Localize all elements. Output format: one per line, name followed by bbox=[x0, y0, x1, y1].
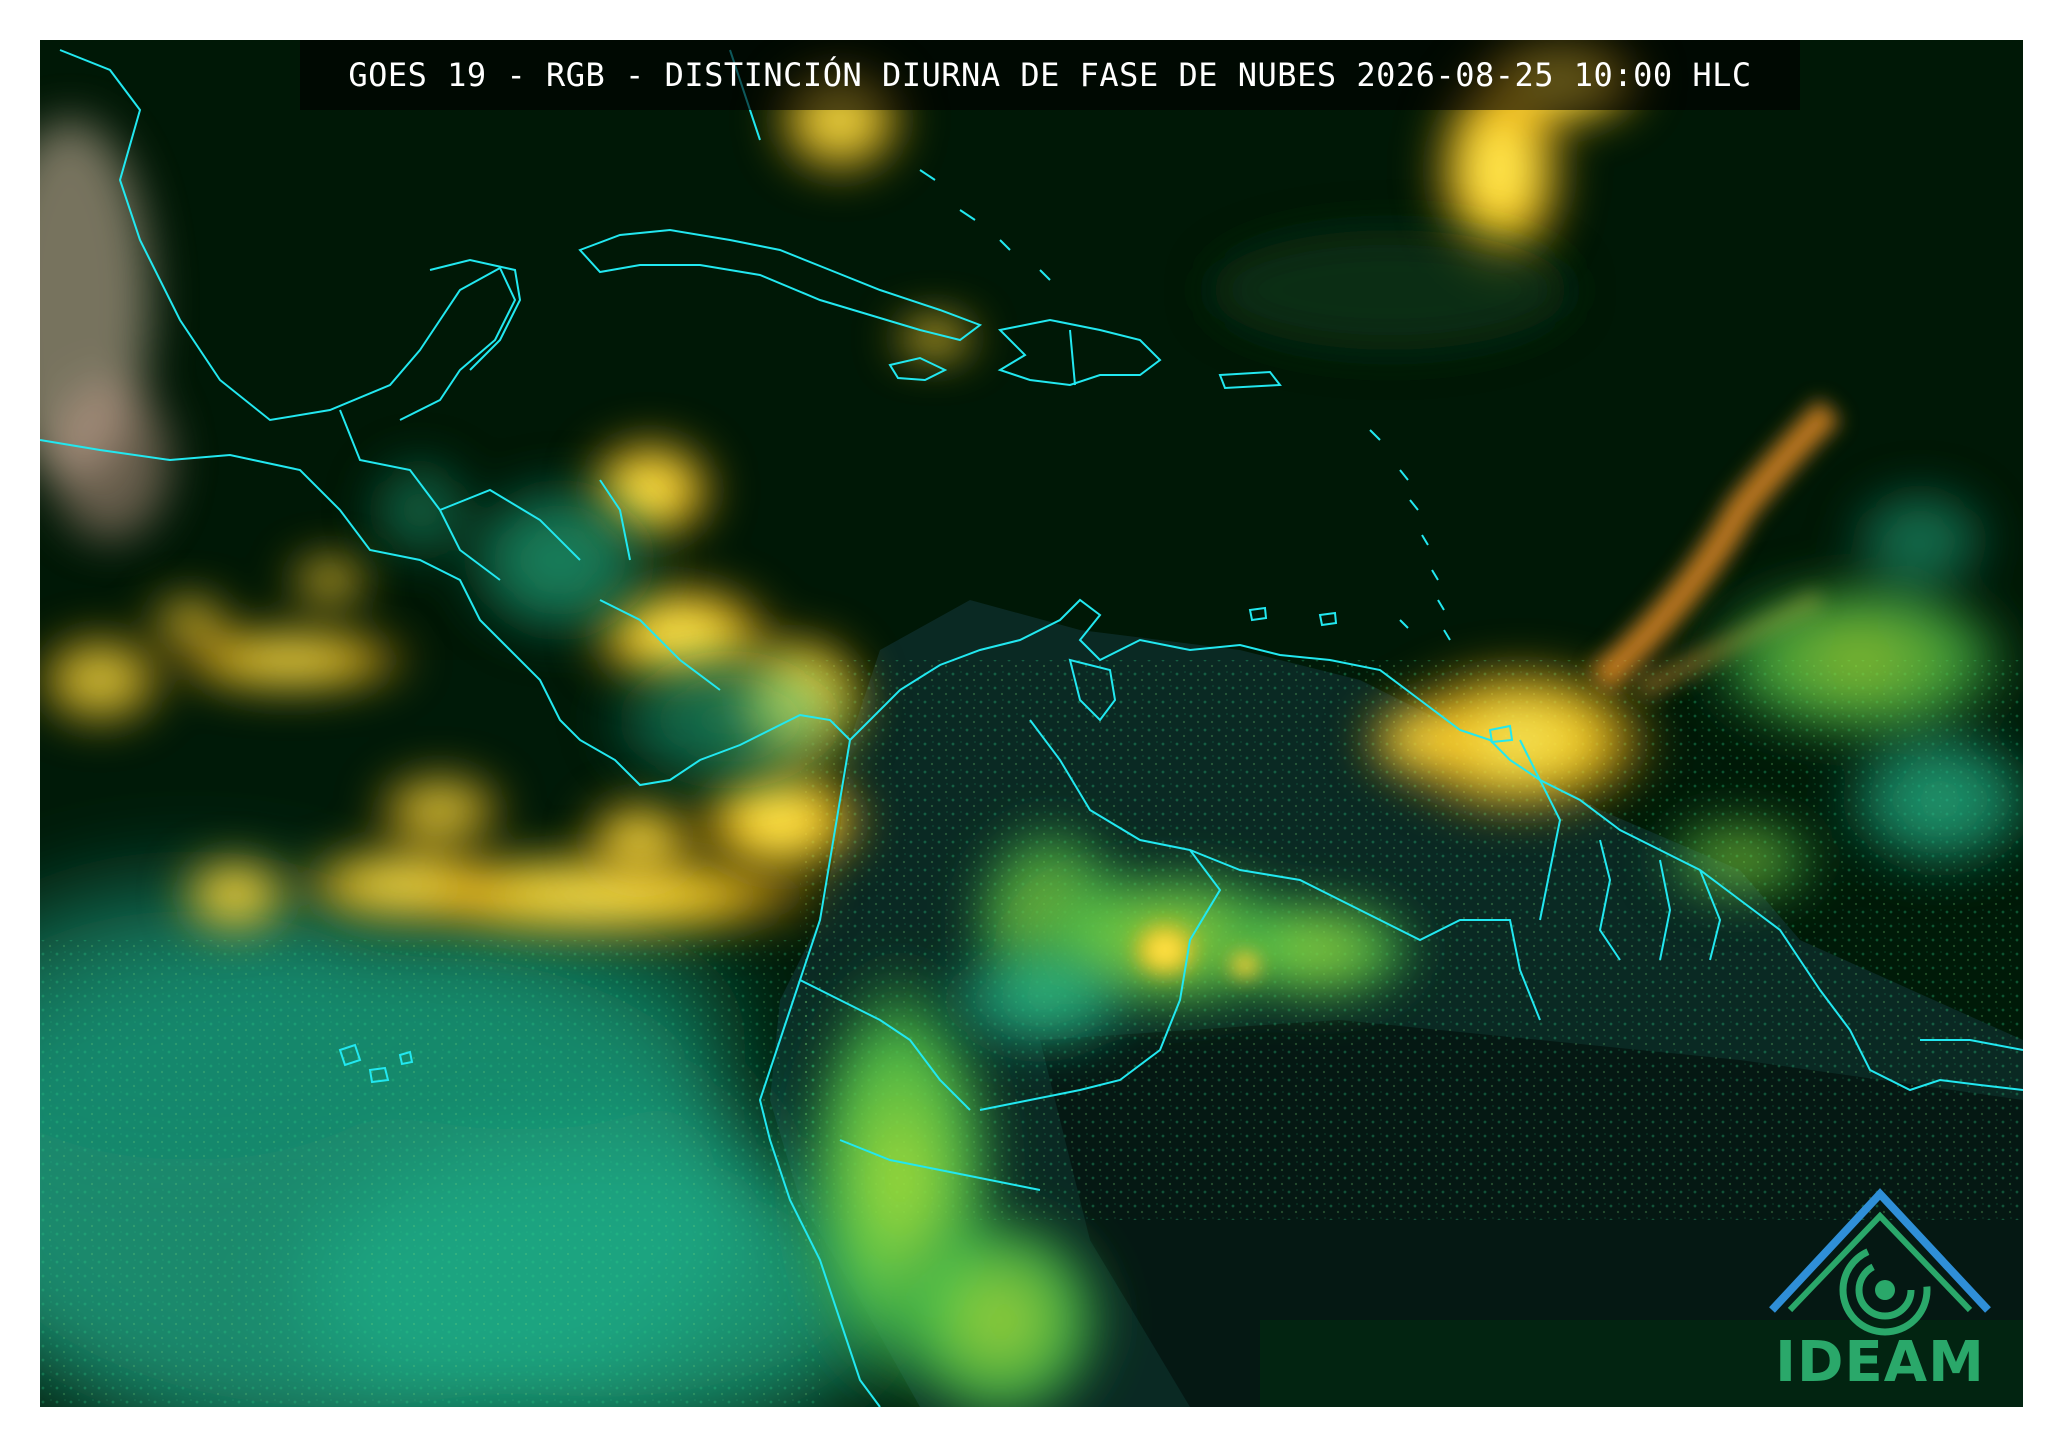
satellite-map bbox=[40, 40, 2023, 1407]
satellite-image-frame: IDEAM bbox=[40, 40, 2023, 1407]
pacific-cloud-texture bbox=[40, 940, 820, 1407]
image-title: GOES 19 - RGB - DISTINCIÓN DIURNA DE FAS… bbox=[348, 56, 1752, 94]
ideam-logo-text: IDEAM bbox=[1775, 1330, 1985, 1395]
title-bar: GOES 19 - RGB - DISTINCIÓN DIURNA DE FAS… bbox=[300, 40, 1800, 110]
ideam-logo: IDEAM bbox=[1760, 1180, 2000, 1395]
ideam-logo-icon bbox=[1769, 1188, 1991, 1336]
